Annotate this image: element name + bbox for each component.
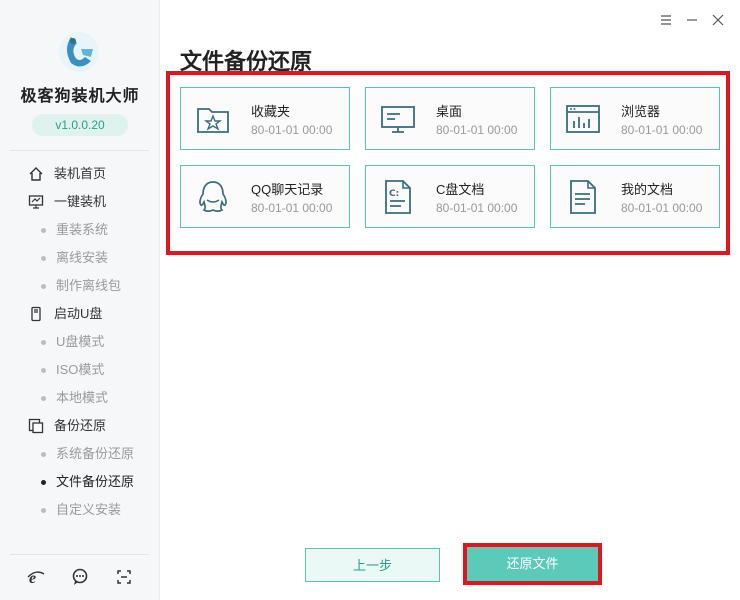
window-controls <box>658 12 726 28</box>
sidebar-item-label: 本地模式 <box>56 390 109 405</box>
sidebar-item-make-offline-package[interactable]: 制作离线包 <box>0 272 160 300</box>
restore-files-button[interactable]: 还原文件 <box>467 547 598 581</box>
card-name: 浏览器 <box>621 104 661 119</box>
sidebar-item-usb-mode[interactable]: U盘模式 <box>0 328 160 356</box>
card-date: 80-01-01 00:00 <box>621 123 703 137</box>
sidebar-item-label: ISO模式 <box>56 362 105 377</box>
sidebar-item-label: 文件备份还原 <box>56 474 135 489</box>
sidebar-item-home[interactable]: 装机首页 <box>0 160 160 188</box>
card-name: 桌面 <box>436 104 463 119</box>
sidebar-item-label: 重装系统 <box>56 222 109 237</box>
card-name: QQ聊天记录 <box>251 182 324 197</box>
card-name: C盘文档 <box>436 182 485 197</box>
my-document-icon <box>570 180 596 214</box>
backup-card-c-drive-docs[interactable]: C: C盘文档 80-01-01 00:00 <box>365 165 535 228</box>
app-name: 极客狗装机大师 <box>20 88 140 105</box>
sidebar-item-label: 离线安装 <box>56 250 109 265</box>
usb-icon <box>31 306 41 322</box>
sidebar-item-label: 备份还原 <box>54 418 107 433</box>
sidebar: 极客狗装机大师 v1.0.0.20 装机首页 一键装机 重装系统 离线安装 制作… <box>0 0 160 600</box>
qq-icon <box>199 181 227 212</box>
sidebar-item-local-mode[interactable]: 本地模式 <box>0 384 160 412</box>
sidebar-item-system-backup-restore[interactable]: 系统备份还原 <box>0 440 160 468</box>
favorites-folder-icon <box>197 108 229 133</box>
sidebar-divider <box>10 150 149 151</box>
card-name: 我的文档 <box>621 182 674 197</box>
c-drive-document-icon: C: <box>385 180 411 214</box>
card-name: 收藏夹 <box>251 104 291 119</box>
sidebar-item-iso-mode[interactable]: ISO模式 <box>0 356 160 384</box>
backup-card-browser[interactable]: 浏览器 80-01-01 00:00 <box>550 87 720 150</box>
previous-step-button[interactable]: 上一步 <box>305 548 440 582</box>
svg-text:C:: C: <box>389 189 399 199</box>
chat-icon[interactable] <box>69 566 91 588</box>
sidebar-item-label: 系统备份还原 <box>56 446 135 461</box>
app-logo-icon <box>59 32 99 72</box>
sidebar-item-backup-restore[interactable]: 备份还原 <box>0 412 160 440</box>
sidebar-item-custom-install[interactable]: 自定义安装 <box>0 496 160 524</box>
backup-icon <box>28 418 44 434</box>
sidebar-nav: 装机首页 一键装机 重装系统 离线安装 制作离线包 启动U盘 U盘模式 ISO模… <box>0 160 160 524</box>
backup-card-desktop[interactable]: 桌面 80-01-01 00:00 <box>365 87 535 150</box>
sidebar-item-label: 一键装机 <box>54 194 107 209</box>
browser-icon <box>566 105 600 133</box>
sidebar-item-boot-usb[interactable]: 启动U盘 <box>0 300 160 328</box>
minimize-icon[interactable] <box>684 12 700 28</box>
menu-icon[interactable] <box>658 12 674 28</box>
backup-card-my-documents[interactable]: 我的文档 80-01-01 00:00 <box>550 165 720 228</box>
close-icon[interactable] <box>710 12 726 28</box>
sidebar-footer-divider <box>10 554 149 555</box>
card-date: 80-01-01 00:00 <box>251 201 333 215</box>
sidebar-item-reinstall[interactable]: 重装系统 <box>0 216 160 244</box>
sidebar-item-label: U盘模式 <box>56 334 105 349</box>
sidebar-item-label: 装机首页 <box>54 166 107 181</box>
sidebar-item-label: 自定义安装 <box>56 502 122 517</box>
version-badge: v1.0.0.20 <box>32 114 128 136</box>
home-icon <box>29 167 43 181</box>
app-window: 极客狗装机大师 v1.0.0.20 装机首页 一键装机 重装系统 离线安装 制作… <box>0 0 740 600</box>
sidebar-item-file-backup-restore[interactable]: 文件备份还原 <box>0 468 160 496</box>
card-date: 80-01-01 00:00 <box>251 123 333 137</box>
backup-card-favorites[interactable]: 收藏夹 80-01-01 00:00 <box>180 87 350 150</box>
sidebar-footer: e <box>0 566 160 588</box>
sidebar-item-label: 启动U盘 <box>54 306 103 321</box>
monitor-icon <box>28 195 44 209</box>
sidebar-item-label: 制作离线包 <box>56 278 122 293</box>
desktop-icon <box>381 106 415 133</box>
sidebar-item-one-click-install[interactable]: 一键装机 <box>0 188 160 216</box>
card-date: 80-01-01 00:00 <box>436 123 518 137</box>
sidebar-item-offline-install[interactable]: 离线安装 <box>0 244 160 272</box>
fullscreen-icon[interactable] <box>113 566 135 588</box>
ie-browser-icon[interactable]: e <box>25 566 47 588</box>
card-date: 80-01-01 00:00 <box>621 201 703 215</box>
card-date: 80-01-01 00:00 <box>436 201 518 215</box>
backup-card-qq-chat[interactable]: QQ聊天记录 80-01-01 00:00 <box>180 165 350 228</box>
